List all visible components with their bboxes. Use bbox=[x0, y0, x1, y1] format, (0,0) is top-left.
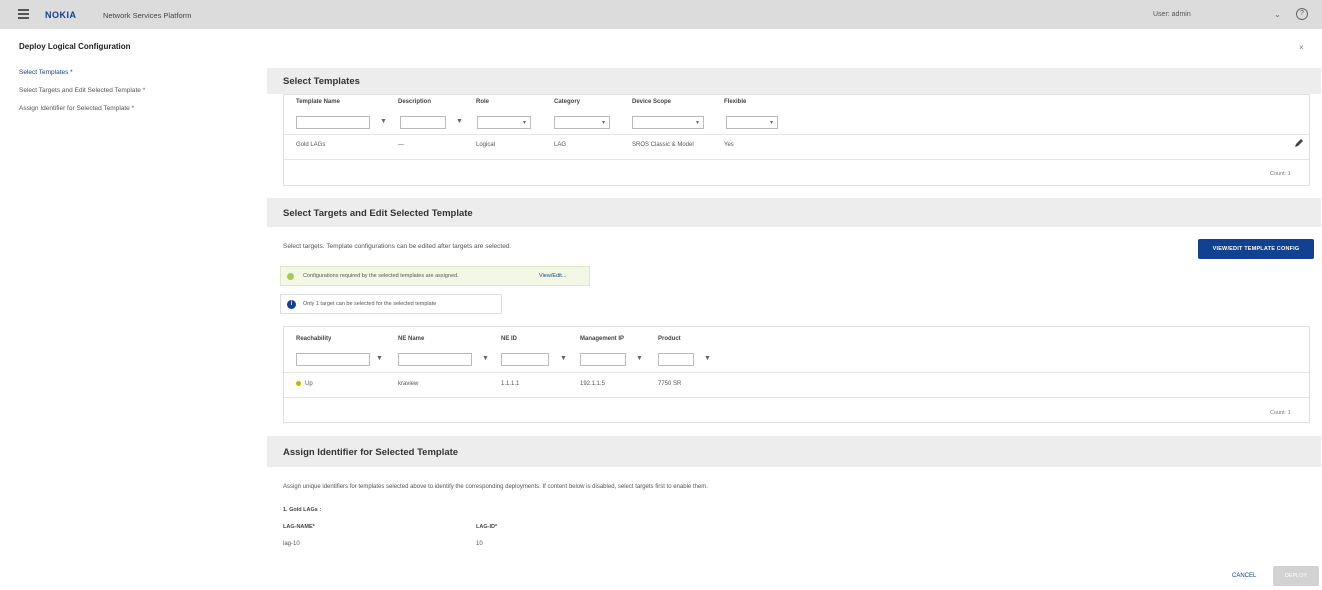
view-edit-template-config-button[interactable]: VIEW/EDIT TEMPLATE CONFIG bbox=[1198, 239, 1314, 259]
banner-message: Configurations required by the selected … bbox=[303, 273, 459, 279]
top-bar: NOKIA Network Services Platform User: ad… bbox=[0, 0, 1322, 29]
targets-description: Select targets. Template configurations … bbox=[283, 243, 512, 250]
table-row[interactable]: Gold LAGs — Logical LAG SROS Classic & M… bbox=[284, 135, 1309, 157]
filter-icon[interactable]: ▼ bbox=[456, 118, 463, 125]
lag-id-label: LAG-ID* bbox=[476, 524, 498, 530]
filter-input-template-name[interactable] bbox=[296, 116, 370, 129]
cell-category: LAG bbox=[554, 142, 567, 148]
section-title: Select Templates bbox=[283, 76, 360, 87]
column-header[interactable]: NE Name bbox=[398, 336, 424, 342]
hamburger-menu-icon[interactable] bbox=[18, 9, 29, 19]
cell-template-name: Gold LAGs bbox=[296, 142, 326, 148]
status-up-icon bbox=[296, 381, 301, 386]
cell-reachability: Up bbox=[296, 381, 313, 387]
cell-description: — bbox=[398, 142, 404, 148]
lag-id-value[interactable]: 10 bbox=[476, 541, 483, 547]
edit-pencil-icon[interactable] bbox=[1294, 138, 1304, 148]
column-header[interactable]: Reachability bbox=[296, 336, 331, 342]
divider bbox=[284, 159, 1309, 160]
chevron-down-icon[interactable]: ▾ bbox=[696, 119, 699, 126]
cell-ne-id: 1.1.1.1 bbox=[501, 381, 520, 387]
template-group-label: 1. Gold LAGs : bbox=[283, 507, 322, 513]
nav-item-select-templates[interactable]: Select Templates * bbox=[19, 69, 249, 76]
divider bbox=[284, 397, 1309, 398]
cell-device-scope: SROS Classic & Model bbox=[632, 142, 694, 148]
chevron-down-icon[interactable]: ▾ bbox=[523, 119, 526, 126]
nav-item-select-targets[interactable]: Select Targets and Edit Selected Templat… bbox=[19, 87, 249, 94]
nav-item-assign-identifier[interactable]: Assign Identifier for Selected Template … bbox=[19, 105, 249, 112]
cell-role: Logical bbox=[476, 142, 496, 148]
chevron-down-icon[interactable]: ▾ bbox=[770, 119, 773, 126]
filter-icon[interactable]: ▼ bbox=[704, 355, 711, 362]
filter-input-reachability[interactable] bbox=[296, 353, 370, 366]
chevron-down-icon[interactable]: ▾ bbox=[602, 119, 605, 126]
lag-name-value[interactable]: lag-10 bbox=[283, 541, 300, 547]
filter-input-description[interactable] bbox=[400, 116, 446, 129]
filter-input-ne-id[interactable] bbox=[501, 353, 549, 366]
targets-table: Reachability NE Name NE ID Management IP… bbox=[283, 326, 1310, 423]
column-header[interactable]: Product bbox=[658, 336, 681, 342]
filter-icon[interactable]: ▼ bbox=[380, 118, 387, 125]
filter-input-product[interactable] bbox=[658, 353, 694, 366]
column-header[interactable]: Flexible bbox=[724, 99, 746, 105]
product-name: Network Services Platform bbox=[103, 11, 192, 20]
column-header[interactable]: Template Name bbox=[296, 99, 340, 105]
column-header[interactable]: Category bbox=[554, 99, 580, 105]
column-header[interactable]: Management IP bbox=[580, 336, 624, 342]
user-menu[interactable]: User: admin bbox=[1153, 11, 1191, 18]
table-row[interactable]: Up kraview 1.1.1.1 192.1.1.5 7750 SR bbox=[284, 373, 1309, 395]
deploy-button[interactable]: DEPLOY bbox=[1273, 566, 1319, 586]
cell-product: 7750 SR bbox=[658, 381, 682, 387]
filter-icon[interactable]: ▼ bbox=[376, 355, 383, 362]
filter-icon[interactable]: ▼ bbox=[636, 355, 643, 362]
filter-input-management-ip[interactable] bbox=[580, 353, 626, 366]
cell-management-ip: 192.1.1.5 bbox=[580, 381, 606, 387]
section-title: Select Targets and Edit Selected Templat… bbox=[283, 208, 473, 219]
section-header-identifier: Assign Identifier for Selected Template bbox=[267, 436, 1321, 467]
check-circle-icon bbox=[287, 273, 294, 280]
column-header[interactable]: Description bbox=[398, 99, 431, 105]
templates-table: Template Name Description Role Category … bbox=[283, 94, 1310, 186]
banner-message: Only 1 target can be selected for the se… bbox=[303, 301, 437, 307]
column-header[interactable]: Device Scope bbox=[632, 99, 671, 105]
chevron-down-icon[interactable]: ⌄ bbox=[1274, 10, 1281, 19]
filter-input-ne-name[interactable] bbox=[398, 353, 472, 366]
view-edit-link[interactable]: View/Edit... bbox=[539, 273, 566, 279]
brand-logo: NOKIA bbox=[45, 10, 77, 20]
column-header[interactable]: Role bbox=[476, 99, 489, 105]
filter-select-device-scope[interactable] bbox=[632, 116, 704, 129]
row-count: Count: 1 bbox=[1270, 410, 1291, 416]
cancel-button[interactable]: CANCEL bbox=[1232, 573, 1256, 579]
dialog-title: Deploy Logical Configuration bbox=[19, 42, 131, 51]
section-title: Assign Identifier for Selected Template bbox=[283, 447, 459, 458]
section-header-templates: Select Templates bbox=[267, 68, 1321, 94]
lag-name-label: LAG-NAME* bbox=[283, 524, 315, 530]
column-header[interactable]: NE ID bbox=[501, 336, 517, 342]
cell-flexible: Yes bbox=[724, 142, 734, 148]
close-icon[interactable]: × bbox=[1299, 43, 1304, 52]
success-banner: Configurations required by the selected … bbox=[280, 266, 590, 286]
row-count: Count: 1 bbox=[1270, 171, 1291, 177]
filter-icon[interactable]: ▼ bbox=[560, 355, 567, 362]
identifier-description: Assign unique identifiers for templates … bbox=[283, 484, 708, 490]
section-header-targets: Select Targets and Edit Selected Templat… bbox=[267, 198, 1321, 227]
filter-icon[interactable]: ▼ bbox=[482, 355, 489, 362]
help-icon[interactable]: ? bbox=[1296, 8, 1308, 20]
wizard-nav: Select Templates * Select Targets and Ed… bbox=[19, 69, 249, 123]
info-banner: i Only 1 target can be selected for the … bbox=[280, 294, 502, 314]
info-icon: i bbox=[287, 300, 296, 309]
reachability-value: Up bbox=[305, 381, 313, 388]
cell-ne-name: kraview bbox=[398, 381, 419, 387]
